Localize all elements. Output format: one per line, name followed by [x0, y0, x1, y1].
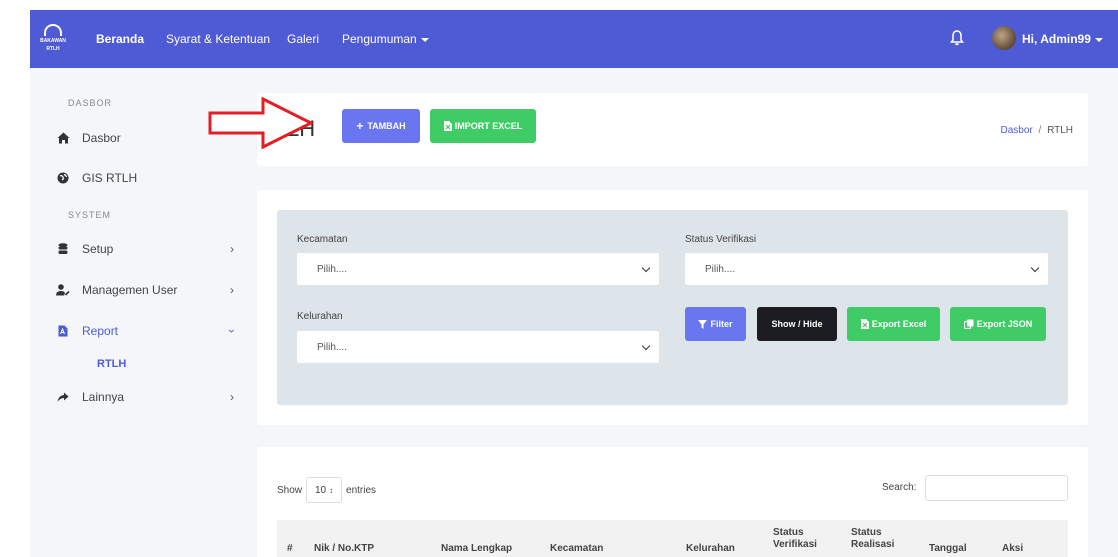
sidebar-item-report[interactable]: Report › [56, 321, 246, 341]
show-hide-button[interactable]: Show / Hide [757, 307, 837, 341]
nav-beranda[interactable]: Beranda [96, 32, 144, 46]
page-length-value: 10 [314, 484, 327, 496]
export-excel-button[interactable]: Export Excel [847, 307, 940, 341]
column-header[interactable]: Nama Lengkap [441, 543, 512, 555]
column-header[interactable]: # [287, 543, 293, 555]
file-excel-icon [443, 121, 452, 131]
sidebar-section-system: SYSTEM [68, 210, 112, 220]
chevron-down-icon: › [225, 329, 239, 333]
home-icon [56, 131, 70, 145]
page-length-select[interactable]: 10 ↕ [306, 477, 343, 503]
kelurahan-select-value: Pilih.... [317, 341, 348, 353]
sidebar-item-label: Managemen User [82, 283, 178, 297]
logo-text-line2: RTLH [46, 46, 60, 52]
nav-syarat-ketentuan[interactable]: Syarat & Ketentuan [166, 32, 270, 46]
breadcrumb-dasbor[interactable]: Dasbor [1000, 125, 1032, 136]
kecamatan-label: Kecamatan [297, 234, 348, 245]
logo-text-line1: BAKAWAN [40, 38, 66, 44]
kelurahan-select[interactable]: Pilih.... [297, 331, 659, 363]
breadcrumb: Dasbor / RTLH [1000, 125, 1073, 136]
table-card: Show 10 ↕ entries Search: # Nik / No.KTP … [257, 447, 1088, 557]
export-json-button-label: Export JSON [976, 319, 1033, 329]
bell-icon[interactable] [950, 30, 964, 46]
sidebar-item-setup[interactable]: Setup › [56, 239, 246, 259]
column-header[interactable]: Aksi [1002, 543, 1023, 555]
sort-icon: ↕ [329, 485, 334, 495]
avatar[interactable] [992, 26, 1016, 50]
app-window: BAKAWAN RTLH Beranda Syarat & Ketentuan … [30, 10, 1118, 557]
filter-panel: Kecamatan Pilih.... Status Verifikasi Pi… [277, 210, 1068, 405]
breadcrumb-separator: / [1038, 125, 1042, 136]
filter-card: Kecamatan Pilih.... Status Verifikasi Pi… [257, 190, 1088, 425]
show-label: Show [277, 484, 303, 496]
user-menu[interactable]: Hi, Admin99 [1022, 32, 1103, 46]
table-header: # Nik / No.KTP Nama Lengkap Kecamatan Ke… [277, 520, 1068, 557]
search-label: Search: [882, 482, 917, 493]
chevron-down-icon [420, 37, 429, 42]
column-header[interactable]: Kecamatan [550, 543, 603, 555]
nav-galeri[interactable]: Galeri [287, 32, 319, 46]
nav-pengumuman-label: Pengumuman [342, 32, 417, 46]
sidebar-subitem-rtlh[interactable]: RTLH [97, 358, 126, 370]
tambah-button[interactable]: + TAMBAH [342, 109, 420, 143]
user-menu-label: Hi, Admin99 [1022, 32, 1091, 46]
page-length-control: Show 10 ↕ entries [277, 477, 376, 503]
copy-icon [963, 319, 974, 329]
sidebar-item-lainnya[interactable]: Lainnya › [56, 387, 246, 407]
breadcrumb-current: RTLH [1047, 125, 1073, 136]
file-pdf-icon [56, 324, 70, 338]
sidebar-item-gis-rtlh[interactable]: GIS RTLH [56, 168, 246, 188]
chevron-down-icon [641, 341, 651, 351]
nav-pengumuman[interactable]: Pengumuman [342, 32, 429, 46]
sidebar-item-label: Dasbor [82, 131, 121, 145]
page-header-card: LH +TAMBAH IMPORT EXCEL Dasbor / RTLH [257, 93, 1088, 166]
share-icon [56, 390, 70, 404]
chevron-down-icon [641, 263, 651, 273]
file-excel-icon [860, 319, 869, 329]
plus-icon: + [356, 119, 364, 133]
sidebar-item-managemen-user[interactable]: Managemen User › [56, 280, 246, 300]
chevron-right-icon: › [230, 390, 234, 404]
column-header[interactable]: Nik / No.KTP [314, 543, 374, 555]
status-verifikasi-select[interactable]: Pilih.... [685, 253, 1048, 285]
filter-icon [698, 319, 708, 329]
status-verifikasi-select-value: Pilih.... [705, 263, 736, 275]
top-navbar: BAKAWAN RTLH Beranda Syarat & Ketentuan … [30, 10, 1118, 68]
chevron-right-icon: › [230, 242, 234, 256]
column-header[interactable]: Status Verifikasi [773, 527, 823, 557]
sidebar-section-dasbor: DASBOR [68, 98, 113, 108]
entries-label: entries [346, 484, 377, 496]
sidebar-item-label: Report [82, 324, 119, 338]
search-input[interactable] [925, 475, 1068, 501]
annotation-arrow-icon [208, 97, 314, 149]
filter-button[interactable]: Filter [685, 307, 746, 341]
import-excel-button-label: IMPORT EXCEL [454, 121, 523, 131]
column-header[interactable]: Tanggal [929, 543, 967, 555]
filter-button-label: Filter [710, 319, 733, 329]
chevron-down-icon [1030, 263, 1040, 273]
sidebar-item-label: Setup [82, 242, 114, 256]
chevron-right-icon: › [230, 283, 234, 297]
globe-icon [56, 171, 70, 185]
export-excel-button-label: Export Excel [871, 319, 927, 329]
kecamatan-select-value: Pilih.... [317, 263, 348, 275]
sidebar-item-label: GIS RTLH [82, 171, 138, 185]
tambah-button-label: TAMBAH [367, 121, 406, 131]
export-json-button[interactable]: Export JSON [950, 307, 1046, 341]
import-excel-button[interactable]: IMPORT EXCEL [430, 109, 536, 143]
status-verifikasi-label: Status Verifikasi [685, 234, 757, 245]
column-header[interactable]: Kelurahan [686, 543, 735, 555]
kelurahan-label: Kelurahan [297, 311, 343, 322]
column-header[interactable]: Status Realisasi [851, 527, 901, 557]
sidebar-item-label: Lainnya [82, 390, 125, 404]
chevron-down-icon [1094, 37, 1103, 42]
app-logo[interactable]: BAKAWAN RTLH [38, 24, 68, 56]
database-icon [56, 242, 70, 256]
user-edit-icon [56, 283, 70, 297]
kecamatan-select[interactable]: Pilih.... [297, 253, 659, 285]
